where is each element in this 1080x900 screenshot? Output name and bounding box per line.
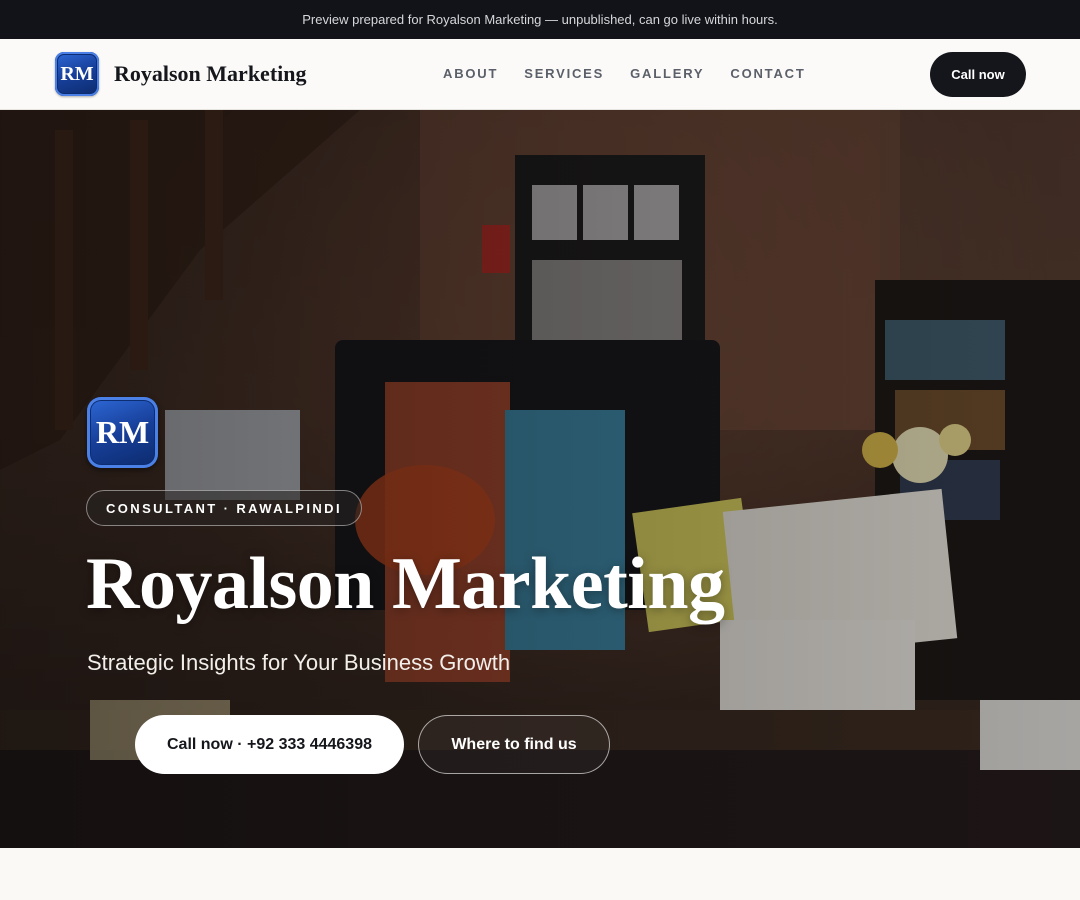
hero-logo: RM xyxy=(87,397,158,468)
hero-call-button[interactable]: Call now · +92 333 4446398 xyxy=(135,715,404,774)
nav-contact[interactable]: CONTACT xyxy=(730,66,805,81)
preview-banner: Preview prepared for Royalson Marketing … xyxy=(0,0,1080,39)
nav-gallery[interactable]: GALLERY xyxy=(630,66,704,81)
nav-services[interactable]: SERVICES xyxy=(524,66,604,81)
hero-category-tag: CONSULTANT · RAWALPINDI xyxy=(86,490,362,526)
header-call-button[interactable]: Call now xyxy=(930,52,1026,97)
brand-logo-text: RM xyxy=(60,62,94,85)
nav-about[interactable]: ABOUT xyxy=(443,66,498,81)
hero-section: RM CONSULTANT · RAWALPINDI Royalson Mark… xyxy=(0,110,1080,848)
brand-logo[interactable]: RM xyxy=(55,52,99,96)
next-section xyxy=(0,848,1080,900)
hero-logo-text: RM xyxy=(95,414,150,450)
hero-location-button[interactable]: Where to find us xyxy=(418,715,610,774)
preview-banner-text: Preview prepared for Royalson Marketing … xyxy=(302,12,778,27)
hero-title: Royalson Marketing xyxy=(86,543,725,625)
main-nav: ABOUT SERVICES GALLERY CONTACT xyxy=(443,66,806,81)
hero-subtitle: Strategic Insights for Your Business Gro… xyxy=(87,650,511,675)
brand-name[interactable]: Royalson Marketing xyxy=(114,61,307,87)
site-header: RM Royalson Marketing ABOUT SERVICES GAL… xyxy=(0,39,1080,110)
